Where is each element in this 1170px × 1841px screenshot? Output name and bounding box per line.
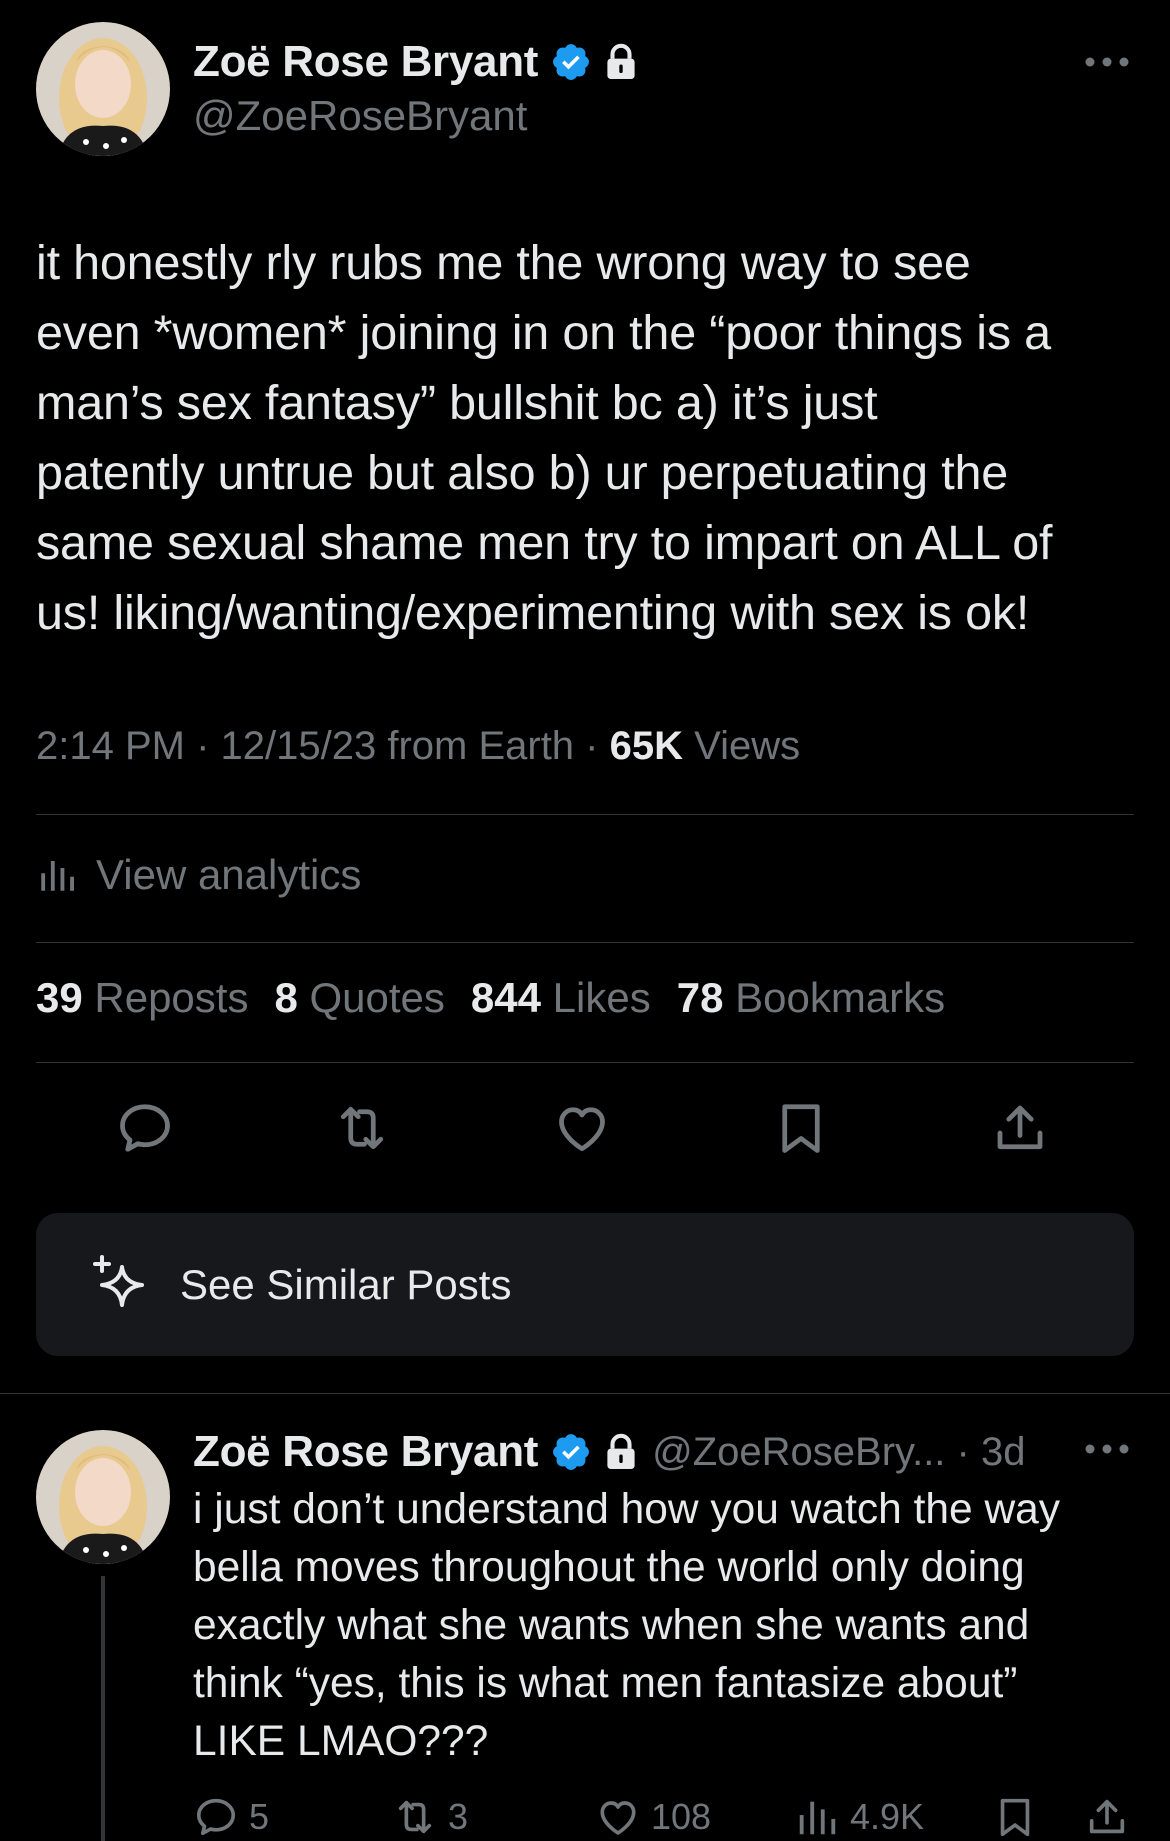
post-source: from Earth [376, 724, 575, 768]
view-analytics-button[interactable]: View analytics [36, 848, 361, 902]
divider [36, 1062, 1134, 1063]
post-text-line: patently untrue but also b) ur perpetuat… [36, 446, 1009, 500]
reply-author-display-name[interactable]: Zoë Rose Bryant [193, 1427, 538, 1477]
post-text-line: it honestly rly rubs me the wrong way to… [36, 236, 971, 290]
reply-text-line: exactly what she wants when she wants an… [193, 1602, 1030, 1649]
reply-header: Zoë Rose Bryant @ZoeRoseBry... · 3d [193, 1424, 1025, 1480]
post-time[interactable]: 2:14 PM [36, 724, 185, 768]
analytics-icon [41, 861, 74, 891]
repost-count: 3 [448, 1796, 469, 1837]
divider [36, 814, 1134, 815]
quotes-count: 8 [274, 974, 298, 1021]
reposts-label: Reposts [82, 974, 249, 1021]
reply-icon [196, 1798, 236, 1836]
like-icon[interactable] [552, 1098, 612, 1158]
reposts-stat[interactable]: 39 Reposts [36, 974, 248, 1022]
engagement-stats: 39 Reposts 8 Quotes 844 Likes 78 Bookmar… [36, 974, 971, 1022]
thread-line [101, 1576, 105, 1841]
author-handle[interactable]: @ZoeRoseBryant [193, 92, 527, 140]
bookmark-icon [1000, 1798, 1030, 1837]
share-icon[interactable] [990, 1098, 1050, 1158]
post-text-line: us! liking/wanting/experimenting with se… [36, 586, 1030, 640]
see-similar-posts-label: See Similar Posts [180, 1260, 512, 1308]
verified-badge-icon[interactable] [550, 1431, 592, 1473]
bookmarks-label: Bookmarks [723, 974, 946, 1021]
repost-icon [398, 1800, 432, 1834]
reply-text-line: bella moves throughout the world only do… [193, 1544, 1025, 1591]
reply-views-button[interactable]: 4.9K [794, 1793, 924, 1841]
reply-repost-button[interactable]: 3 [392, 1793, 468, 1841]
divider [36, 942, 1134, 943]
reply-like-button[interactable]: 108 [595, 1793, 711, 1841]
post-text-line: man’s sex fantasy” bullshit bc a) it’s j… [36, 376, 878, 430]
reply-text-line: think “yes, this is what men fantasize a… [193, 1660, 1018, 1707]
likes-label: Likes [541, 974, 651, 1021]
reply-text: i just don’t understand how you watch th… [193, 1481, 1153, 1771]
likes-stat[interactable]: 844 Likes [471, 974, 651, 1022]
meta-separator: · [574, 724, 610, 768]
post-text-line: same sexual shame men try to impart on A… [36, 516, 1053, 570]
reply-share-button[interactable] [1084, 1793, 1130, 1841]
post-date[interactable]: 12/15/23 [221, 724, 377, 768]
divider [0, 1393, 1170, 1394]
views-icon [799, 1801, 836, 1835]
author-name-row: Zoë Rose Bryant [193, 32, 638, 92]
author-avatar[interactable] [36, 22, 170, 156]
reply-text-line: LIKE LMAO??? [193, 1718, 489, 1765]
post-meta: 2:14 PM · 12/15/23 from Earth · 65K View… [36, 724, 800, 769]
lock-icon [607, 43, 635, 79]
more-options-icon[interactable] [1084, 56, 1130, 68]
verified-badge-icon[interactable] [550, 41, 592, 83]
more-options-icon[interactable] [1084, 1443, 1130, 1455]
bookmarks-stat[interactable]: 78 Bookmarks [677, 974, 945, 1022]
reposts-count: 39 [36, 974, 83, 1021]
bookmarks-count: 78 [676, 974, 724, 1021]
sparkle-icon [93, 1254, 144, 1307]
share-icon [1089, 1799, 1125, 1834]
reply-author-avatar[interactable] [36, 1430, 170, 1564]
like-icon [600, 1801, 636, 1835]
repost-icon[interactable] [332, 1098, 392, 1158]
like-count: 108 [651, 1796, 712, 1837]
bookmark-icon[interactable] [771, 1098, 831, 1158]
likes-count: 844 [470, 974, 541, 1021]
post-text: it honestly rly rubs me the wrong way to… [36, 228, 1136, 648]
reply-reply-button[interactable]: 5 [193, 1793, 269, 1841]
post-text-line: even *women* joining in on the “poor thi… [36, 306, 1051, 360]
quotes-stat[interactable]: 8 Quotes [274, 974, 444, 1022]
views-count: 65K [609, 724, 683, 768]
reply-icon[interactable] [115, 1098, 175, 1158]
view-analytics-label: View analytics [96, 851, 362, 898]
views-count: 4.9K [850, 1796, 925, 1837]
meta-separator: · [184, 724, 221, 768]
lock-icon [607, 1433, 635, 1469]
reply-text-line: i just don’t understand how you watch th… [193, 1486, 1061, 1533]
quotes-label: Quotes [297, 974, 445, 1021]
reply-bookmark-button[interactable] [992, 1793, 1038, 1841]
see-similar-posts-button[interactable]: See Similar Posts [36, 1213, 1134, 1356]
reply-count: 5 [249, 1796, 270, 1837]
views-label: Views [683, 724, 801, 768]
author-display-name[interactable]: Zoë Rose Bryant [193, 37, 538, 87]
reply-handle-and-time[interactable]: @ZoeRoseBry... · 3d [652, 1430, 1025, 1475]
